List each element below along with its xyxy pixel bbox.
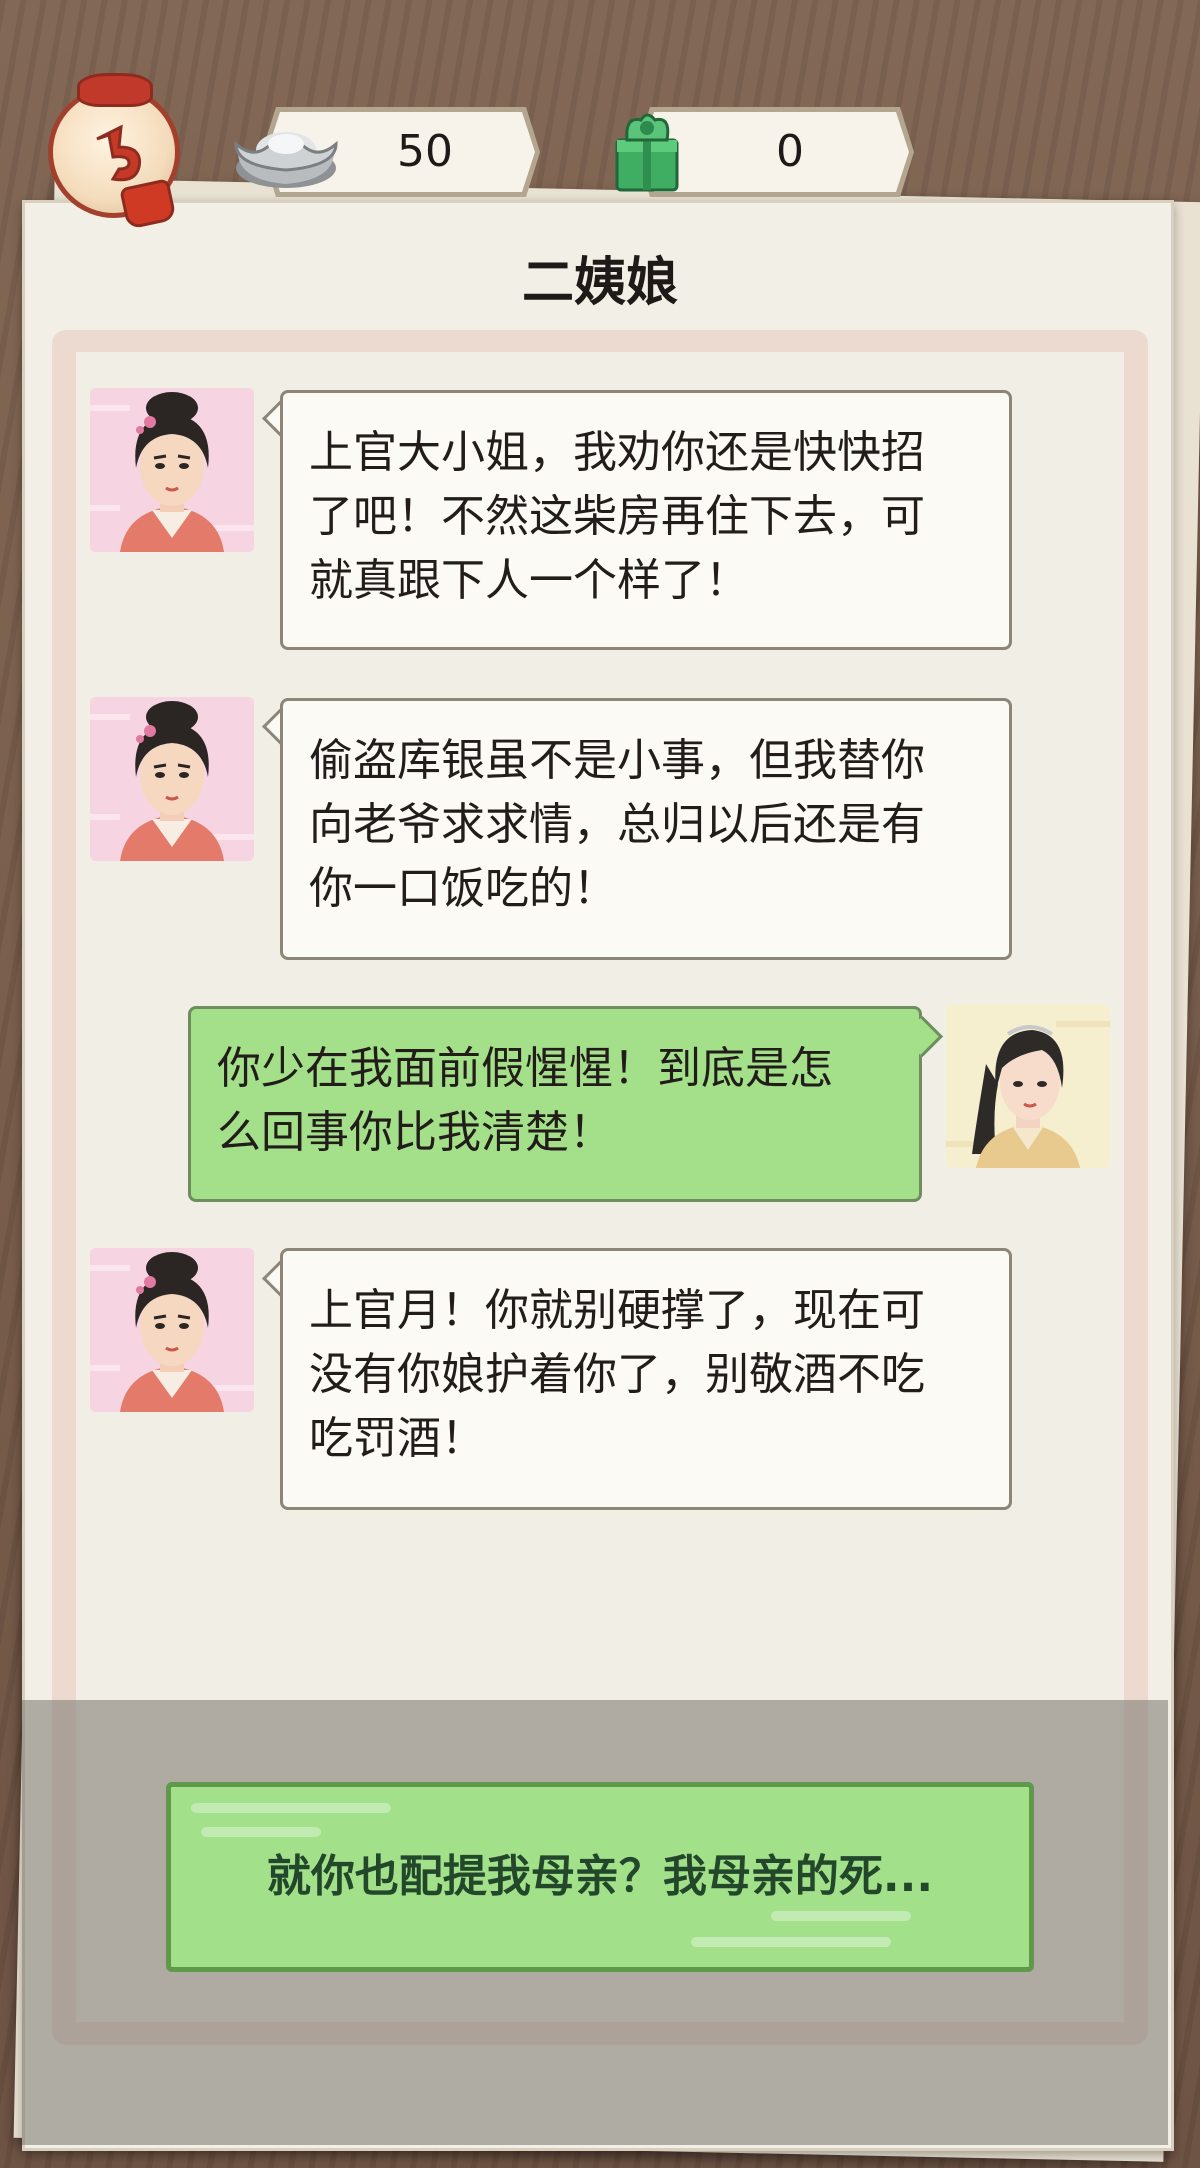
message-line: 向老爷求求情，总归以后还是有 bbox=[309, 799, 925, 850]
player-avatar bbox=[946, 1004, 1110, 1168]
back-swirl-icon bbox=[96, 124, 142, 182]
player-portrait-icon bbox=[946, 1004, 1110, 1168]
message-line: 上官月！你就别硬撑了，现在可 bbox=[309, 1285, 925, 1336]
message-line: 么回事你比我清楚！ bbox=[217, 1107, 613, 1158]
npc-message-bubble: 偷盗库银虽不是小事，但我替你 向老爷求求情，总归以后还是有 你一口饭吃的！ bbox=[280, 698, 1012, 960]
aunt-portrait-icon bbox=[90, 388, 254, 552]
message-line: 上官大小姐，我劝你还是快快招 bbox=[309, 427, 925, 478]
npc-message-bubble: 上官大小姐，我劝你还是快快招 了吧！不然这柴房再住下去，可 就真跟下人一个样了！ bbox=[280, 390, 1012, 650]
back-button[interactable] bbox=[48, 73, 180, 230]
decor-streak bbox=[201, 1827, 321, 1837]
message-line: 偷盗库银虽不是小事，但我替你 bbox=[309, 735, 925, 786]
decor-streak bbox=[191, 1803, 391, 1813]
decor-streak bbox=[771, 1911, 911, 1921]
aunt-portrait-icon bbox=[90, 1248, 254, 1412]
message-line: 就真跟下人一个样了！ bbox=[309, 555, 749, 606]
decor-streak bbox=[691, 1937, 891, 1947]
knot-decoration bbox=[77, 73, 153, 107]
npc-message-bubble: 上官月！你就别硬撑了，现在可 没有你娘护着你了，别敬酒不吃 吃罚酒！ bbox=[280, 1248, 1012, 1510]
aunt-portrait-icon bbox=[90, 697, 254, 861]
speaker-title: 二姨娘 bbox=[521, 253, 678, 313]
jade-box-icon bbox=[615, 113, 679, 192]
dialogue-choice-button[interactable]: 就你也配提我母亲？我母亲的死... bbox=[166, 1782, 1034, 1972]
player-message-bubble: 你少在我面前假惺惺！到底是怎 么回事你比我清楚！ bbox=[188, 1006, 922, 1202]
message-line: 没有你娘护着你了，别敬酒不吃 bbox=[309, 1349, 925, 1400]
jade-count: 0 bbox=[776, 126, 804, 177]
message-line: 吃罚酒！ bbox=[309, 1413, 485, 1464]
choice-label: 就你也配提我母亲？我母亲的死... bbox=[266, 1851, 934, 1902]
aunt-avatar bbox=[90, 1248, 254, 1412]
message-line: 了吧！不然这柴房再住下去，可 bbox=[309, 491, 925, 542]
aunt-avatar bbox=[90, 388, 254, 552]
message-line: 你少在我面前假惺惺！到底是怎 bbox=[217, 1043, 833, 1094]
message-line: 你一口饭吃的！ bbox=[309, 863, 617, 914]
aunt-avatar bbox=[90, 697, 254, 861]
silver-ingot-icon bbox=[234, 132, 338, 188]
